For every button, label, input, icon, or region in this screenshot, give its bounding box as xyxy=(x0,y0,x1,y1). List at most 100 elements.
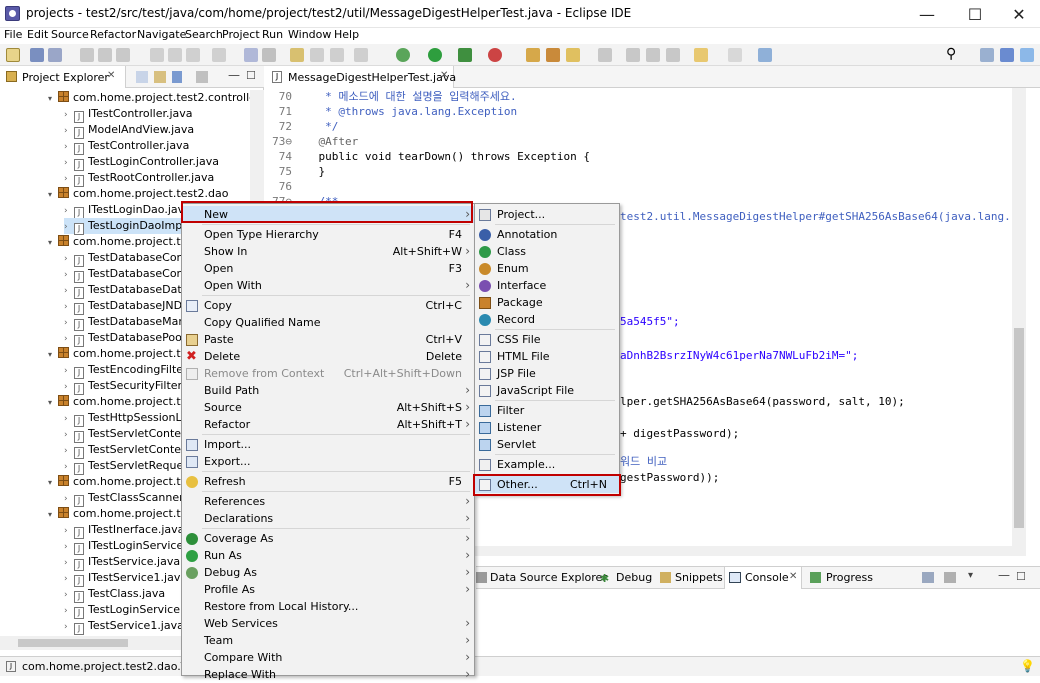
menu-item-restore-from-local-history[interactable]: Restore from Local History... xyxy=(182,598,474,615)
collapse-twisty-icon[interactable]: › xyxy=(64,331,74,347)
tree-package-item[interactable]: ▾ com.home.project.test xyxy=(48,234,197,250)
tree-file-item[interactable]: › J ITestInerface.java xyxy=(64,522,184,539)
tree-file-item[interactable]: › J TestLoginDaoImpl. xyxy=(64,218,189,235)
new-icon[interactable] xyxy=(6,48,20,62)
debug-icon[interactable] xyxy=(396,48,410,62)
collapse-twisty-icon[interactable]: › xyxy=(64,555,74,571)
tree-file-item[interactable]: › J TestController.java xyxy=(64,138,189,155)
expand-twisty-icon[interactable]: ▾ xyxy=(48,475,58,491)
menu-item-open-type-hierarchy[interactable]: Open Type Hierarchy F4 xyxy=(182,226,474,243)
close-icon[interactable]: ✕ xyxy=(440,70,448,81)
tree-file-item[interactable]: › J TestLoginController.java xyxy=(64,154,219,171)
expand-twisty-icon[interactable]: ▾ xyxy=(48,507,58,523)
menu-help[interactable]: Help xyxy=(334,28,359,41)
menu-item-example[interactable]: Example... xyxy=(475,456,619,473)
drop-frame-icon[interactable] xyxy=(212,48,226,62)
terminate-icon[interactable] xyxy=(116,48,130,62)
prev-annotation-icon[interactable] xyxy=(626,48,640,62)
collapse-twisty-icon[interactable]: › xyxy=(64,571,74,587)
menu-item-css-file[interactable]: CSS File xyxy=(475,331,619,348)
menu-item-coverage-as[interactable]: Coverage As › xyxy=(182,530,474,547)
collapse-twisty-icon[interactable]: › xyxy=(64,155,74,171)
tree-package-item[interactable]: ▾ com.home.project.test xyxy=(48,346,197,362)
tree-file-item[interactable]: › J TestServletReques xyxy=(64,458,189,475)
toggle-block-icon[interactable] xyxy=(310,48,324,62)
minimize-button[interactable]: — xyxy=(904,0,950,28)
collapse-twisty-icon[interactable]: › xyxy=(64,411,74,427)
whitespace-icon[interactable] xyxy=(354,48,368,62)
tree-package-item[interactable]: ▾ com.home.project.test2.controller xyxy=(48,90,250,106)
menu-item-project[interactable]: Project... xyxy=(475,206,619,223)
menu-item-record[interactable]: Record xyxy=(475,311,619,328)
tree-file-item[interactable]: › J TestServletContext xyxy=(64,442,192,459)
save-all-icon[interactable] xyxy=(48,48,62,62)
menu-navigate[interactable]: Navigate xyxy=(137,28,186,41)
view-menu-icon[interactable] xyxy=(196,71,208,83)
menu-item-annotation[interactable]: Annotation xyxy=(475,226,619,243)
collapse-twisty-icon[interactable]: › xyxy=(64,267,74,283)
tab-progress[interactable]: Progress xyxy=(826,571,873,584)
link-editor-icon[interactable] xyxy=(154,71,166,83)
tree-package-item[interactable]: ▾ com.home.project.test xyxy=(48,474,197,490)
menu-item-refactor[interactable]: Refactor Alt+Shift+T › xyxy=(182,416,474,433)
tree-file-item[interactable]: › J TestLoginService.ja xyxy=(64,602,193,619)
collapse-twisty-icon[interactable]: › xyxy=(64,107,74,123)
coverage-icon[interactable] xyxy=(458,48,472,62)
minimize-view-icon[interactable]: — xyxy=(228,68,240,82)
tree-file-item[interactable]: › J TestDatabaseDataS xyxy=(64,282,195,299)
collapse-twisty-icon[interactable]: › xyxy=(64,283,74,299)
menu-item-other[interactable]: Other... Ctrl+N xyxy=(475,476,619,493)
tree-file-item[interactable]: › J TestClassScanner.ja xyxy=(64,490,196,507)
expand-twisty-icon[interactable]: ▾ xyxy=(48,395,58,411)
tab-messagedigesthelpertest[interactable]: J MessageDigestHelperTest.java ✕ xyxy=(264,66,456,88)
tab-data-source-explorer[interactable]: Data Source Explorer xyxy=(490,571,607,584)
skip-breakpoints-icon[interactable] xyxy=(262,48,276,62)
expand-twisty-icon[interactable]: ▾ xyxy=(48,187,58,203)
step-return-icon[interactable] xyxy=(186,48,200,62)
menu-window[interactable]: Window xyxy=(288,28,331,41)
menu-item-profile-as[interactable]: Profile As › xyxy=(182,581,474,598)
menu-item-paste[interactable]: Paste Ctrl+V xyxy=(182,331,474,348)
collapse-twisty-icon[interactable]: › xyxy=(64,443,74,459)
tree-file-item[interactable]: › J ITestService.java xyxy=(64,554,180,571)
toggle-breadcrumb-icon[interactable] xyxy=(330,48,344,62)
collapse-twisty-icon[interactable]: › xyxy=(64,139,74,155)
collapse-all-icon[interactable] xyxy=(136,71,148,83)
collapse-twisty-icon[interactable]: › xyxy=(64,459,74,475)
debug-perspective-icon[interactable] xyxy=(1020,48,1034,62)
menu-item-web-services[interactable]: Web Services › xyxy=(182,615,474,632)
resume-icon[interactable] xyxy=(80,48,94,62)
menu-item-interface[interactable]: Interface xyxy=(475,277,619,294)
search-icon-toolbar[interactable] xyxy=(598,48,612,62)
menu-item-open-with[interactable]: Open With › xyxy=(182,277,474,294)
collapse-twisty-icon[interactable]: › xyxy=(64,379,74,395)
menu-source[interactable]: Source xyxy=(51,28,89,41)
new-java-project-icon[interactable] xyxy=(526,48,540,62)
collapse-twisty-icon[interactable]: › xyxy=(64,539,74,555)
tree-file-item[interactable]: › J TestClass.java xyxy=(64,586,165,603)
save-icon[interactable] xyxy=(30,48,44,62)
menu-item-delete[interactable]: ✖ Delete Delete xyxy=(182,348,474,365)
tree-file-item[interactable]: › J TestDatabaseJNDI. xyxy=(64,298,189,315)
menu-item-debug-as[interactable]: Debug As › xyxy=(182,564,474,581)
tree-file-item[interactable]: › J TestServletContext xyxy=(64,426,192,443)
tree-package-item[interactable]: ▾ com.home.project.test xyxy=(48,506,197,522)
menu-item-declarations[interactable]: Declarations › xyxy=(182,510,474,527)
tree-file-item[interactable]: › J TestService1.java xyxy=(64,618,184,635)
run-icon[interactable] xyxy=(428,48,442,62)
step-into-icon[interactable] xyxy=(150,48,164,62)
menu-item-enum[interactable]: Enum xyxy=(475,260,619,277)
tree-file-item[interactable]: › J TestEncodingFilter xyxy=(64,362,188,379)
expand-twisty-icon[interactable]: ▾ xyxy=(48,235,58,251)
suspend-icon[interactable] xyxy=(98,48,112,62)
minimize-view-icon[interactable]: — xyxy=(998,568,1010,582)
collapse-twisty-icon[interactable]: › xyxy=(64,587,74,603)
menu-item-team[interactable]: Team › xyxy=(182,632,474,649)
menu-project[interactable]: Project xyxy=(222,28,260,41)
collapse-twisty-icon[interactable]: › xyxy=(64,123,74,139)
maximize-view-icon[interactable]: ☐ xyxy=(246,69,256,82)
menu-edit[interactable]: Edit xyxy=(27,28,48,41)
menu-item-jsp-file[interactable]: JSP File xyxy=(475,365,619,382)
menu-item-run-as[interactable]: Run As › xyxy=(182,547,474,564)
collapse-twisty-icon[interactable]: › xyxy=(64,315,74,331)
